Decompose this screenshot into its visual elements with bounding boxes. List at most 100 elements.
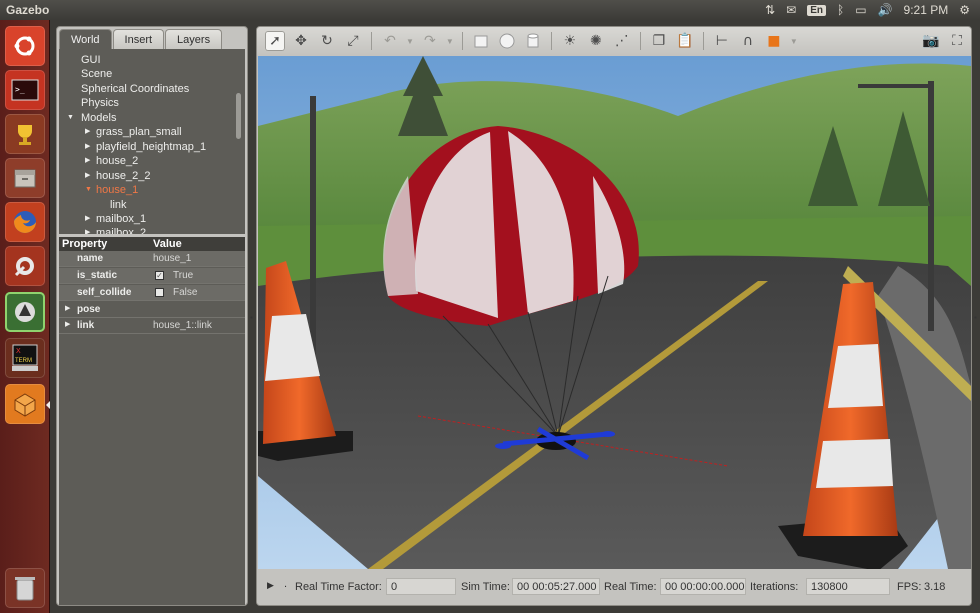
header-property: Property bbox=[62, 238, 108, 250]
collapsed-arrow-icon[interactable]: ▶ bbox=[85, 226, 90, 234]
trash-launcher[interactable] bbox=[5, 568, 45, 608]
tree-model-item[interactable]: grass_plan_small bbox=[96, 125, 182, 139]
iterations-label: Iterations: bbox=[750, 581, 799, 593]
tab-insert[interactable]: Insert bbox=[112, 29, 165, 49]
tab-layers[interactable]: Layers bbox=[165, 29, 223, 49]
collapsed-arrow-icon[interactable]: ▶ bbox=[65, 304, 70, 312]
play-icon[interactable]: ▶ bbox=[267, 580, 274, 591]
tree-item-scene[interactable]: Scene bbox=[81, 67, 112, 81]
panel-collapse-handle[interactable]: ▪ bbox=[250, 313, 254, 322]
tree-model-item[interactable]: house_2 bbox=[96, 154, 138, 168]
toolbar-separator bbox=[639, 32, 641, 50]
property-value[interactable]: house_1::link bbox=[153, 320, 212, 331]
select-arrow-icon[interactable]: ➚ bbox=[265, 31, 285, 51]
undo-icon[interactable]: ↶ bbox=[380, 31, 400, 51]
scale-icon[interactable]: ⤢ bbox=[343, 31, 363, 51]
svg-text:TERM: TERM bbox=[15, 358, 32, 364]
collapsed-arrow-icon[interactable]: ▶ bbox=[85, 140, 90, 154]
directional-light-icon[interactable]: ⋰ bbox=[612, 31, 632, 51]
file-manager-icon bbox=[14, 169, 36, 188]
trash-icon bbox=[15, 577, 35, 601]
align-icon[interactable]: ⊢ bbox=[712, 31, 732, 51]
ubuntu-dash-button[interactable] bbox=[5, 26, 45, 66]
file-manager-launcher[interactable] bbox=[5, 158, 45, 198]
cylinder-icon[interactable] bbox=[523, 31, 543, 51]
collapsed-arrow-icon[interactable]: ▶ bbox=[65, 320, 70, 328]
gear-icon[interactable]: ⚙ bbox=[959, 3, 970, 17]
sim-time-value: 00 00:05:27.000 bbox=[512, 578, 600, 595]
paste-icon[interactable]: 📋 bbox=[675, 31, 695, 51]
xterm-launcher[interactable]: X TERM bbox=[5, 338, 45, 378]
property-row-link[interactable]: ▶ link house_1::link bbox=[59, 318, 245, 334]
mail-icon[interactable]: ✉ bbox=[786, 3, 796, 17]
expanded-arrow-icon[interactable]: ▼ bbox=[85, 183, 92, 197]
scene-render bbox=[258, 56, 971, 569]
iterations-value: 130800 bbox=[806, 578, 890, 595]
header-value: Value bbox=[153, 238, 182, 250]
tab-world[interactable]: World bbox=[59, 29, 112, 49]
left-panel: World Insert Layers GUI Scene Spherical … bbox=[56, 26, 248, 606]
rotate-icon[interactable]: ↻ bbox=[317, 31, 337, 51]
tree-item-physics[interactable]: Physics bbox=[81, 96, 119, 110]
property-row-pose[interactable]: ▶ pose bbox=[59, 302, 245, 318]
point-light-icon[interactable]: ☀ bbox=[560, 31, 580, 51]
view-dropdown-icon[interactable]: ▼ bbox=[790, 37, 798, 46]
toolbar: ➚ ✥ ↻ ⤢ ↶ ▼ ↷ ▼ ☀ ✺ ⋰ ❐ 📋 ⊢ ∩ ■ ▼ 📷 ⛶ bbox=[257, 27, 971, 55]
is-static-checkbox[interactable]: ✓ bbox=[155, 271, 164, 280]
system-settings-launcher[interactable] bbox=[5, 246, 45, 286]
step-icon[interactable]: . bbox=[284, 578, 287, 590]
redo-dropdown-icon[interactable]: ▼ bbox=[446, 37, 454, 46]
copy-icon[interactable]: ❐ bbox=[649, 31, 669, 51]
translate-icon[interactable]: ✥ bbox=[291, 31, 311, 51]
software-updater-icon bbox=[15, 302, 35, 322]
ubuntu-dash-icon bbox=[14, 36, 35, 56]
self-collide-checkbox[interactable]: ✓ bbox=[155, 288, 164, 297]
3d-viewport[interactable] bbox=[258, 56, 971, 569]
undo-dropdown-icon[interactable]: ▼ bbox=[406, 37, 414, 46]
property-row-name[interactable]: name house_1 bbox=[59, 251, 245, 267]
redo-icon[interactable]: ↷ bbox=[420, 31, 440, 51]
change-view-icon[interactable]: ■ bbox=[764, 31, 784, 51]
tree-model-item[interactable]: mailbox_2 bbox=[96, 226, 146, 234]
battery-icon[interactable]: ▭ bbox=[855, 3, 866, 17]
snap-icon[interactable]: ∩ bbox=[738, 31, 758, 51]
property-row-self-collide[interactable]: self_collide ✓ False bbox=[59, 285, 245, 301]
gazebo-launcher[interactable] bbox=[5, 384, 45, 424]
keyboard-layout-badge[interactable]: En bbox=[807, 4, 827, 16]
tree-item-spherical-coordinates[interactable]: Spherical Coordinates bbox=[81, 82, 189, 96]
tree-item-models[interactable]: Models bbox=[81, 111, 116, 125]
collapsed-arrow-icon[interactable]: ▶ bbox=[85, 169, 90, 183]
tree-model-item[interactable]: house_2_2 bbox=[96, 169, 150, 183]
network-arrows-icon[interactable]: ⇅ bbox=[765, 3, 775, 17]
collapsed-arrow-icon[interactable]: ▶ bbox=[85, 212, 90, 226]
firefox-launcher[interactable] bbox=[5, 202, 45, 242]
property-row-is-static[interactable]: is_static ✓ True bbox=[59, 268, 245, 284]
tree-item-link[interactable]: link bbox=[110, 198, 127, 212]
spot-light-icon[interactable]: ✺ bbox=[586, 31, 606, 51]
terminal-launcher[interactable]: >_ bbox=[5, 70, 45, 110]
collapsed-arrow-icon[interactable]: ▶ bbox=[85, 154, 90, 168]
trophy-launcher[interactable] bbox=[5, 114, 45, 154]
software-updater-launcher[interactable] bbox=[5, 292, 45, 332]
sphere-icon[interactable] bbox=[497, 31, 517, 51]
collapsed-arrow-icon[interactable]: ▶ bbox=[85, 125, 90, 139]
clock[interactable]: 9:21 PM bbox=[904, 3, 949, 17]
volume-icon[interactable]: 🔊 bbox=[878, 3, 893, 17]
tree-model-item[interactable]: playfield_heightmap_1 bbox=[96, 140, 206, 154]
gear-icon[interactable]: ⛶ bbox=[947, 31, 967, 51]
tree-model-item-selected[interactable]: house_1 bbox=[96, 183, 138, 197]
screenshot-icon[interactable]: 📷 bbox=[921, 31, 941, 51]
tree-scrollbar[interactable] bbox=[236, 93, 241, 139]
sim-time-label: Sim Time: bbox=[461, 581, 510, 593]
box-icon[interactable] bbox=[471, 31, 491, 51]
toolbar-separator bbox=[702, 32, 704, 50]
trophy-icon bbox=[18, 125, 32, 145]
tree-item-gui[interactable]: GUI bbox=[81, 53, 101, 67]
expanded-arrow-icon[interactable]: ▼ bbox=[67, 111, 74, 125]
right-panel-handle[interactable]: ▪ bbox=[974, 313, 978, 322]
rtf-value: 0 bbox=[386, 578, 456, 595]
tree-model-item[interactable]: mailbox_1 bbox=[96, 212, 146, 226]
lamp-post-left bbox=[310, 96, 316, 366]
bluetooth-icon[interactable]: ᛒ bbox=[837, 3, 844, 17]
property-value[interactable]: house_1 bbox=[153, 253, 191, 264]
